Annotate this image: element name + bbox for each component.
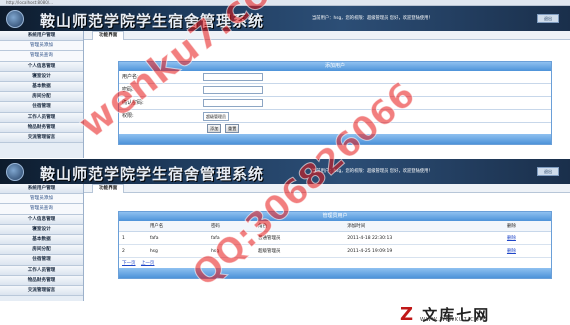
sidebar-item-lodging[interactable]: 住宿管理 bbox=[0, 255, 83, 266]
button-row: 添加 重置 bbox=[119, 123, 551, 134]
tab-bar: 功能界面 bbox=[84, 31, 570, 40]
sidebar-item-messages[interactable]: 交流管理留言 bbox=[0, 132, 83, 144]
role-row: 权限: 超级管理员 bbox=[119, 110, 551, 123]
sidebar-item-messages[interactable]: 交流管理留言 bbox=[0, 285, 83, 297]
table-row: 2 hsg hsg 超级管理员 2011-4-25 19:09:19 删除 bbox=[119, 244, 551, 258]
footer-watermark-logo: Z 文库七网 WWW.WENKU7.COM bbox=[0, 301, 570, 325]
tab-function[interactable]: 功能界面 bbox=[92, 31, 125, 40]
wenku7-mark: Z bbox=[400, 304, 416, 325]
cell-role: 超级管理员 bbox=[254, 244, 345, 258]
confirm-password-label: 确认密码: bbox=[122, 100, 144, 106]
main-content: 功能界面 添加用户 用户名: 密码: 确认密码: 权限: 超级管理员 添加 重置 bbox=[84, 31, 570, 158]
user-info: 当前用户：hsg，您的权限：超级管理员 您好，欢迎登陆使用！ bbox=[312, 16, 433, 21]
school-logo-icon bbox=[6, 163, 24, 181]
tab-function-2[interactable]: 功能界面 bbox=[92, 184, 125, 193]
sidebar-item-dorm-design[interactable]: 寝室设计 bbox=[0, 224, 83, 235]
header-banner-2: 鞍山师范学院学生宿舍管理系统 当前用户：hsg，您的权限：超级管理员 您好，欢迎… bbox=[0, 159, 570, 184]
delete-link[interactable]: 删除 bbox=[507, 249, 516, 254]
cell-added-time: 2011-4-18 22:30:13 bbox=[344, 231, 504, 245]
sidebar-item-property[interactable]: 物品财务管理 bbox=[0, 122, 83, 133]
sidebar-item-personal-info[interactable]: 个人信息管理 bbox=[0, 214, 83, 225]
reset-button[interactable]: 重置 bbox=[225, 124, 240, 133]
sidebar-item-staff[interactable]: 工作人员管理 bbox=[0, 265, 83, 276]
sidebar-item-user-admin[interactable]: 系统用户管理 bbox=[0, 184, 83, 195]
sidebar-item-lodging[interactable]: 住宿管理 bbox=[0, 102, 83, 113]
table-row: 1 fafa fafa 普通管理员 2011-4-18 22:30:13 删除 bbox=[119, 231, 551, 245]
col-index bbox=[119, 221, 147, 232]
user-table: 用户名 密码 角色 添加时间 删除 1 fafa fafa 普通管理员 2011… bbox=[119, 221, 551, 258]
sidebar-item-property[interactable]: 物品财务管理 bbox=[0, 275, 83, 286]
cell-index: 1 bbox=[119, 231, 147, 245]
user-info-2: 当前用户：hsg，您的权限：超级管理员 您好，欢迎登陆使用！ bbox=[312, 169, 433, 174]
sidebar-item-add-admin[interactable]: 管理员添加 bbox=[0, 41, 83, 52]
table-header-row: 用户名 密码 角色 添加时间 删除 bbox=[119, 221, 551, 232]
header-banner: 鞍山师范学院学生宿舍管理系统 当前用户：hsg，您的权限：超级管理员 您好，欢迎… bbox=[0, 6, 570, 31]
cell-password: hsg bbox=[207, 244, 255, 258]
panel-footer bbox=[119, 134, 551, 144]
panel-title: 添加用户 bbox=[119, 62, 551, 71]
sidebar-item-room-allocation[interactable]: 房间分配 bbox=[0, 92, 83, 103]
cell-delete: 删除 bbox=[503, 231, 551, 245]
sidebar-item-room-allocation[interactable]: 房间分配 bbox=[0, 245, 83, 256]
main-content-2: 功能界面 管理员用户 用户名 密码 角色 添加时间 删除 1 fafa fafa… bbox=[84, 184, 570, 301]
role-select[interactable]: 超级管理员 bbox=[203, 112, 229, 121]
col-role: 角色 bbox=[254, 221, 345, 232]
cell-username: fafa bbox=[146, 231, 208, 245]
username-row: 用户名: bbox=[119, 71, 551, 84]
school-logo-icon bbox=[6, 10, 24, 28]
pager-prev-link[interactable]: 上一页 bbox=[141, 261, 155, 266]
cell-password: fafa bbox=[207, 231, 255, 245]
sidebar-item-query-admin[interactable]: 管理员查询 bbox=[0, 204, 83, 215]
sidebar-item-query-admin[interactable]: 管理员查询 bbox=[0, 51, 83, 62]
sidebar-item-personal-info[interactable]: 个人信息管理 bbox=[0, 61, 83, 72]
col-password: 密码 bbox=[207, 221, 255, 232]
exit-button-2[interactable]: 退出 bbox=[537, 167, 559, 176]
delete-link[interactable]: 删除 bbox=[507, 236, 516, 241]
username-input[interactable] bbox=[203, 73, 263, 81]
col-added-time: 添加时间 bbox=[344, 221, 504, 232]
app-title: 鞍山师范学院学生宿舍管理系统 bbox=[40, 12, 265, 30]
cell-delete: 删除 bbox=[503, 244, 551, 258]
add-user-panel: 添加用户 用户名: 密码: 确认密码: 权限: 超级管理员 添加 重置 bbox=[118, 61, 552, 145]
pager-next-link[interactable]: 下一页 bbox=[122, 261, 136, 266]
exit-button[interactable]: 退出 bbox=[537, 14, 559, 23]
col-delete: 删除 bbox=[503, 221, 551, 232]
cell-role: 普通管理员 bbox=[254, 231, 345, 245]
list-panel-title: 管理员用户 bbox=[119, 212, 551, 221]
add-button[interactable]: 添加 bbox=[207, 124, 222, 133]
sidebar-item-user-admin[interactable]: 系统用户管理 bbox=[0, 31, 83, 42]
sidebar-item-staff[interactable]: 工作人员管理 bbox=[0, 112, 83, 123]
pager: 下一页 上一页 bbox=[119, 258, 551, 268]
cell-added-time: 2011-4-25 19:09:19 bbox=[344, 244, 504, 258]
confirm-password-row: 确认密码: bbox=[119, 97, 551, 110]
sidebar-2: 系统用户管理 管理员添加 管理员查询 个人信息管理 寝室设计 基本数据 房间分配… bbox=[0, 184, 84, 301]
cell-username: hsg bbox=[146, 244, 208, 258]
screenshot-add-user: http://localhost:8080/... 鞍山师范学院学生宿舍管理系统… bbox=[0, 0, 570, 158]
user-list-panel: 管理员用户 用户名 密码 角色 添加时间 删除 1 fafa fafa 普通管理… bbox=[118, 211, 552, 279]
cell-index: 2 bbox=[119, 244, 147, 258]
sidebar-item-basic-data[interactable]: 基本数据 bbox=[0, 81, 83, 93]
list-panel-footer bbox=[119, 268, 551, 278]
sidebar-item-basic-data[interactable]: 基本数据 bbox=[0, 234, 83, 246]
tab-bar-2: 功能界面 bbox=[84, 184, 570, 193]
confirm-password-input[interactable] bbox=[203, 99, 263, 107]
app-title-2: 鞍山师范学院学生宿舍管理系统 bbox=[40, 165, 265, 183]
col-username: 用户名 bbox=[146, 221, 208, 232]
password-input[interactable] bbox=[203, 86, 263, 94]
password-label: 密码: bbox=[122, 87, 134, 93]
screenshot-user-list: 鞍山师范学院学生宿舍管理系统 当前用户：hsg，您的权限：超级管理员 您好，欢迎… bbox=[0, 159, 570, 301]
sidebar-item-dorm-design[interactable]: 寝室设计 bbox=[0, 71, 83, 82]
username-label: 用户名: bbox=[122, 74, 139, 80]
password-row: 密码: bbox=[119, 84, 551, 97]
sidebar-item-add-admin[interactable]: 管理员添加 bbox=[0, 194, 83, 205]
role-label: 权限: bbox=[122, 113, 134, 119]
wenku7-url: WWW.WENKU7.COM bbox=[420, 317, 486, 323]
sidebar: 系统用户管理 管理员添加 管理员查询 个人信息管理 寝室设计 基本数据 房间分配… bbox=[0, 31, 84, 158]
